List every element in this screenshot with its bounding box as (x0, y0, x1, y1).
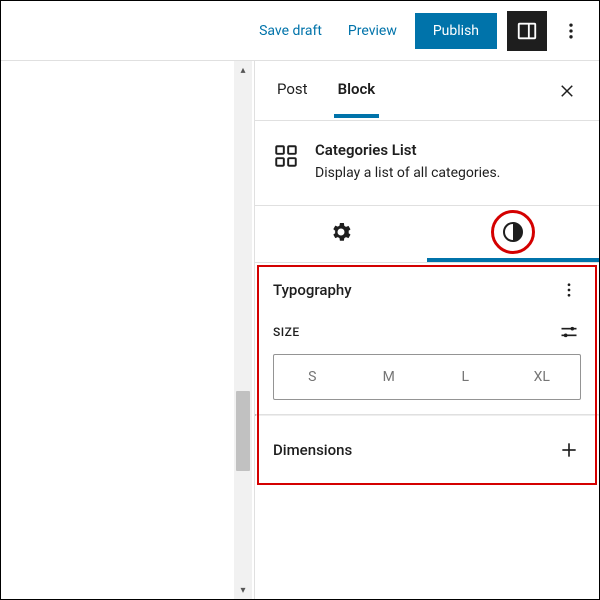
editor-topbar: Save draft Preview Publish (1, 1, 599, 61)
subtab-settings[interactable] (255, 206, 427, 262)
typography-header: Typography (273, 278, 581, 302)
block-subtabs (255, 206, 599, 263)
typography-title: Typography (273, 281, 352, 299)
tab-post[interactable]: Post (273, 80, 312, 118)
dimensions-panel: Dimensions (255, 416, 599, 476)
editor-canvas[interactable]: ▴ ▾ (1, 61, 254, 599)
preview-button[interactable]: Preview (340, 17, 405, 45)
style-panels: Typography SIZE S M (255, 263, 599, 599)
size-option-l[interactable]: L (427, 355, 504, 399)
size-option-xl[interactable]: XL (504, 355, 581, 399)
sidebar-close-button[interactable] (551, 75, 583, 107)
dimensions-add-button[interactable] (557, 438, 581, 462)
typography-more-button[interactable] (557, 278, 581, 302)
gear-icon (329, 220, 353, 244)
close-icon (558, 82, 576, 100)
scroll-down-arrow-icon[interactable]: ▾ (234, 581, 252, 599)
sliders-icon (559, 322, 579, 342)
settings-sidebar: Post Block Categories List Display a lis… (254, 61, 599, 599)
block-title: Categories List (315, 141, 500, 159)
block-header: Categories List Display a list of all ca… (255, 121, 599, 206)
publish-button[interactable]: Publish (415, 13, 497, 49)
size-option-s[interactable]: S (274, 355, 351, 399)
editor-main: ▴ ▾ Post Block Categories List Display a… (1, 61, 599, 599)
size-row: SIZE (273, 320, 581, 344)
save-draft-button[interactable]: Save draft (251, 17, 330, 45)
typography-panel: Typography SIZE S M (255, 264, 599, 414)
scroll-thumb[interactable] (236, 391, 250, 471)
vertical-dots-icon (561, 21, 581, 41)
sidebar-toggle-button[interactable] (507, 11, 547, 51)
size-label: SIZE (273, 325, 300, 339)
block-info: Categories List Display a list of all ca… (315, 141, 500, 181)
dimensions-title: Dimensions (273, 441, 352, 459)
sidebar-tabs: Post Block (255, 61, 599, 121)
size-option-m[interactable]: M (351, 355, 428, 399)
contrast-icon (501, 220, 525, 244)
block-description: Display a list of all categories. (315, 165, 500, 181)
vertical-dots-icon (560, 281, 578, 299)
custom-size-button[interactable] (557, 320, 581, 344)
size-options: S M L XL (273, 354, 581, 400)
subtab-styles[interactable] (427, 206, 599, 262)
topbar-more-button[interactable] (557, 11, 585, 51)
scroll-up-arrow-icon[interactable]: ▴ (234, 61, 252, 79)
canvas-scrollbar[interactable]: ▴ ▾ (234, 61, 252, 599)
plus-icon (559, 440, 579, 460)
tab-block[interactable]: Block (334, 80, 380, 118)
sidebar-toggle-icon (516, 20, 538, 42)
grid-icon (273, 143, 299, 169)
